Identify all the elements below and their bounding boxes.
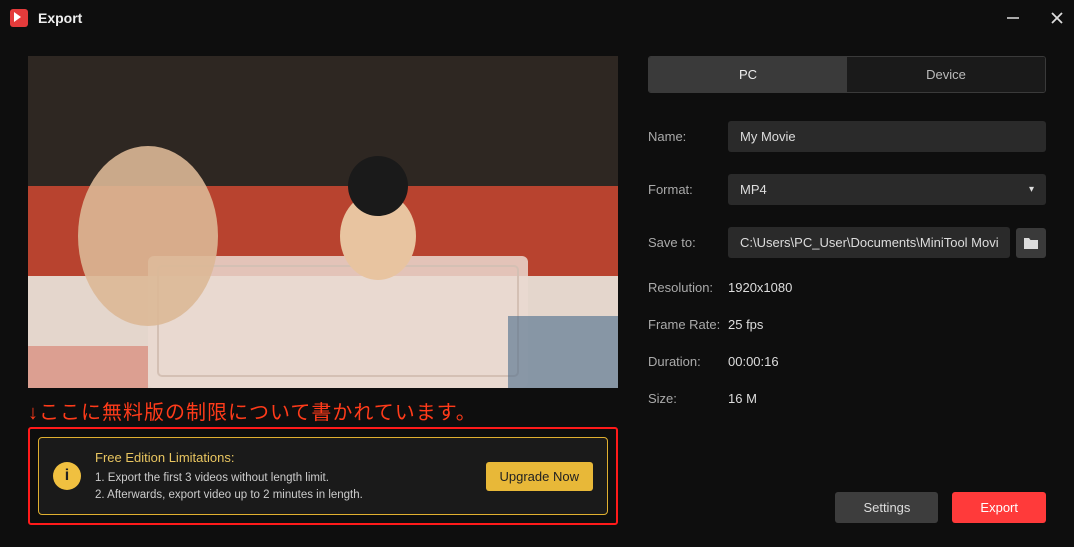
limitations-line-1: 1. Export the first 3 videos without len… (95, 470, 472, 487)
export-tabs: PC Device (648, 56, 1046, 93)
info-icon: i (53, 462, 81, 490)
duration-label: Duration: (648, 354, 728, 369)
close-button[interactable] (1048, 9, 1066, 27)
duration-value: 00:00:16 (728, 354, 779, 369)
framerate-value: 25 fps (728, 317, 763, 332)
settings-button[interactable]: Settings (835, 492, 938, 523)
minimize-button[interactable] (1004, 9, 1022, 27)
resolution-value: 1920x1080 (728, 280, 792, 295)
upgrade-button[interactable]: Upgrade Now (486, 462, 594, 491)
size-value: 16 M (728, 391, 757, 406)
name-label: Name: (648, 129, 728, 144)
annotation-text: ↓ここに無料版の制限について書かれています。 (28, 396, 618, 425)
tab-pc[interactable]: PC (649, 57, 847, 92)
format-label: Format: (648, 182, 728, 197)
format-select[interactable]: MP4 ▾ (728, 174, 1046, 205)
titlebar: Export (0, 0, 1074, 36)
format-value: MP4 (740, 182, 767, 197)
framerate-label: Frame Rate: (648, 317, 728, 332)
saveto-label: Save to: (648, 235, 728, 250)
size-label: Size: (648, 391, 728, 406)
limitations-panel: i Free Edition Limitations: 1. Export th… (38, 437, 608, 515)
saveto-input[interactable] (728, 227, 1010, 258)
folder-icon (1023, 236, 1039, 250)
annotation-highlight: i Free Edition Limitations: 1. Export th… (28, 427, 618, 525)
window-title: Export (38, 10, 82, 26)
browse-folder-button[interactable] (1016, 228, 1046, 258)
limitations-line-2: 2. Afterwards, export video up to 2 minu… (95, 487, 472, 504)
limitations-title: Free Edition Limitations: (95, 448, 472, 468)
video-preview (28, 56, 618, 388)
export-button[interactable]: Export (952, 492, 1046, 523)
chevron-down-icon: ▾ (1029, 184, 1034, 195)
tab-device[interactable]: Device (847, 57, 1045, 92)
name-input[interactable] (728, 121, 1046, 152)
resolution-label: Resolution: (648, 280, 728, 295)
app-icon (10, 9, 28, 27)
